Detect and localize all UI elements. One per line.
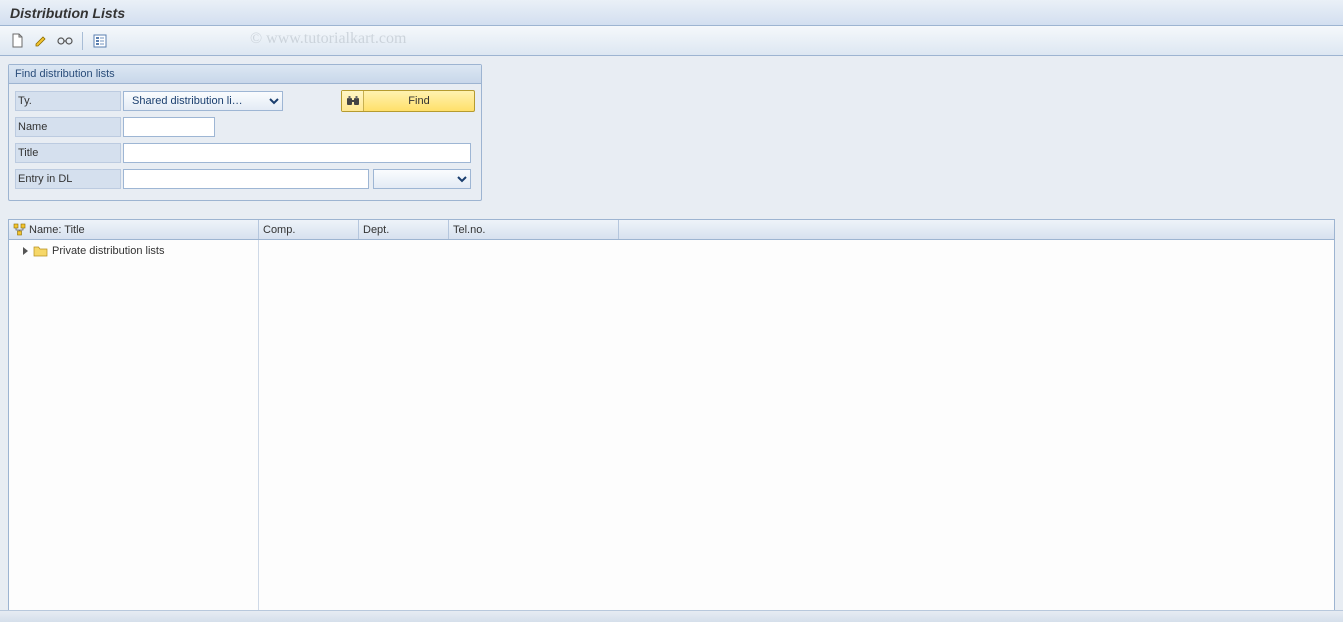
col-tel[interactable]: Tel.no. [449, 220, 619, 239]
entry-select[interactable] [373, 169, 471, 189]
table-header: Name: Title Comp. Dept. Tel.no. [9, 220, 1334, 240]
entry-label: Entry in DL [15, 169, 121, 189]
pencil-icon [34, 34, 48, 48]
title-input[interactable] [123, 143, 471, 163]
title-bar: Distribution Lists [0, 0, 1343, 26]
name-label: Name [15, 117, 121, 137]
expand-arrow-icon [23, 247, 28, 255]
toolbar-separator [82, 32, 83, 50]
name-input[interactable] [123, 117, 215, 137]
title-label: Title [15, 143, 121, 163]
create-button[interactable] [6, 30, 28, 52]
type-label: Ty. [15, 91, 121, 111]
col-dept[interactable]: Dept. [359, 220, 449, 239]
find-button[interactable]: Find [341, 90, 475, 112]
glasses-icon [56, 36, 74, 46]
tree-node-label: Private distribution lists [52, 245, 165, 257]
document-icon [11, 33, 24, 48]
list-icon [93, 34, 107, 48]
results-panel: Name: Title Comp. Dept. Tel.no. Private … [8, 219, 1335, 615]
display-button[interactable] [54, 30, 76, 52]
col-name-title[interactable]: Name: Title [9, 220, 259, 239]
folder-icon [33, 245, 48, 257]
results-empty-area [259, 240, 1334, 614]
app-toolbar: © www.tutorialkart.com [0, 26, 1343, 56]
entry-input[interactable] [123, 169, 369, 189]
find-panel-title: Find distribution lists [9, 65, 481, 84]
find-button-label: Find [364, 95, 474, 107]
binoculars-icon [342, 91, 364, 111]
watermark-text: © www.tutorialkart.com [250, 30, 406, 48]
list-button[interactable] [89, 30, 111, 52]
page-title: Distribution Lists [10, 5, 125, 21]
tree-node-private-dl[interactable]: Private distribution lists [9, 244, 258, 258]
type-select[interactable]: Shared distribution li… [123, 91, 283, 111]
edit-button[interactable] [30, 30, 52, 52]
col-comp[interactable]: Comp. [259, 220, 359, 239]
find-panel: Find distribution lists Ty. Shared distr… [8, 64, 482, 201]
col-rest [619, 220, 1334, 239]
hierarchy-icon [13, 223, 26, 236]
status-bar [0, 610, 1343, 622]
tree-column: Private distribution lists [9, 240, 259, 614]
